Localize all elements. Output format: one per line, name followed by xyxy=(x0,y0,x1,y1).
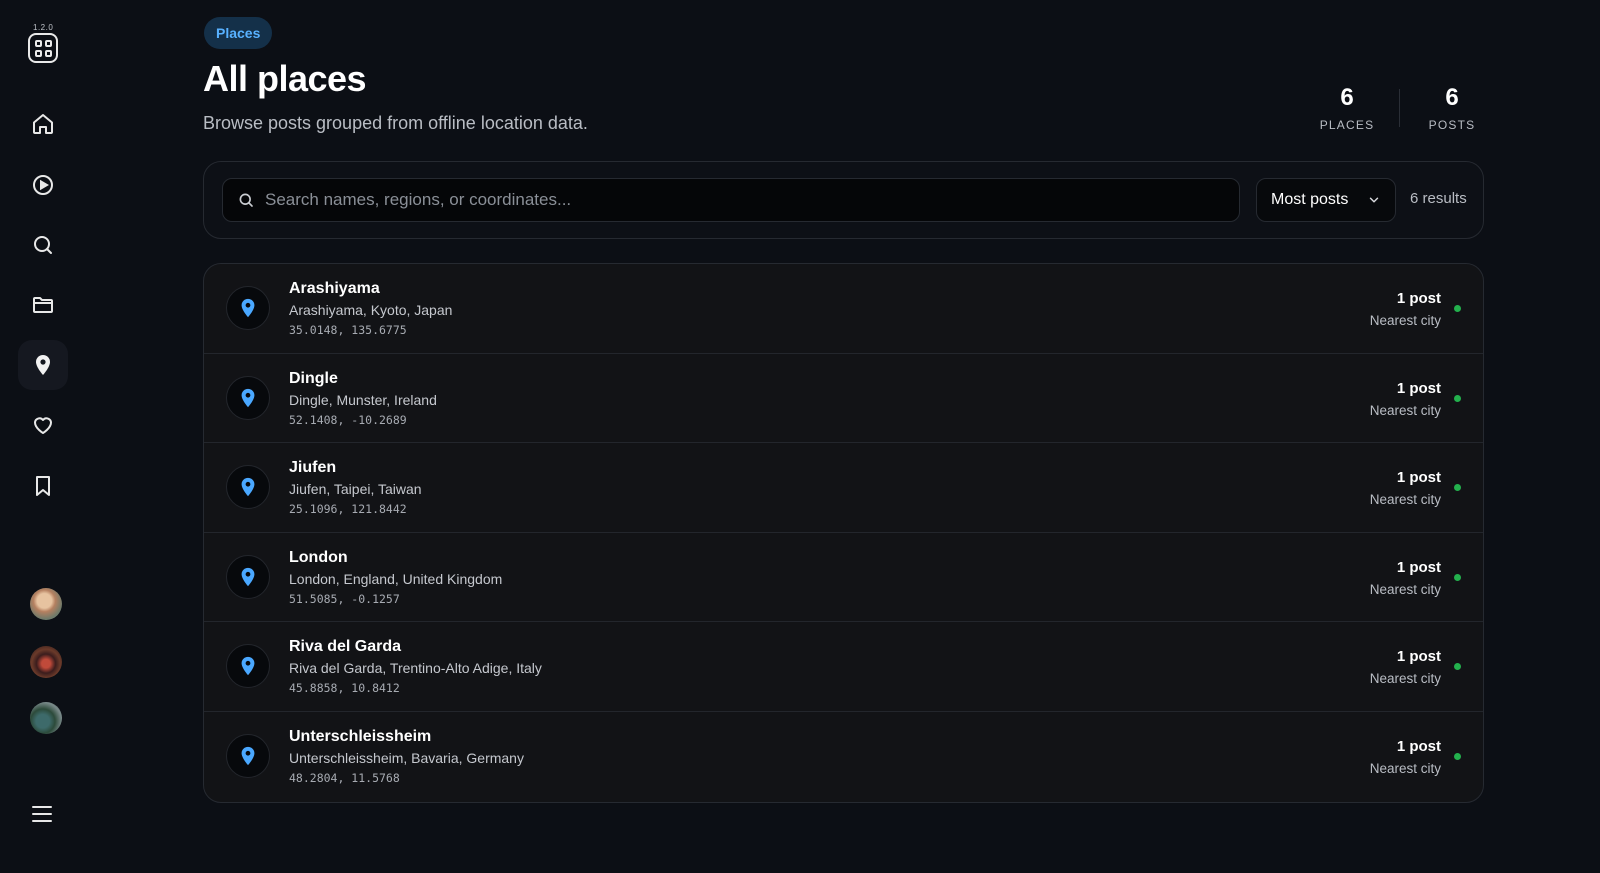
stat-label: POSTS xyxy=(1428,118,1476,132)
section-pill: Places xyxy=(204,17,273,49)
place-region: Arashiyama, Kyoto, Japan xyxy=(289,302,453,318)
list-item[interactable]: Dingle Dingle, Munster, Ireland 52.1408,… xyxy=(204,354,1483,444)
page-title: All places xyxy=(203,58,367,99)
status-dot xyxy=(1454,484,1461,492)
sort-select-label: Most posts xyxy=(1271,191,1349,208)
search-box[interactable] xyxy=(222,178,1240,222)
place-region: Dingle, Munster, Ireland xyxy=(289,391,437,408)
place-coordinates: 52.1408, -10.2689 xyxy=(289,412,407,427)
sort-select[interactable]: Most posts xyxy=(1256,178,1396,222)
post-count: 1 post xyxy=(1396,737,1441,755)
place-coordinates: 25.1096, 121.8442 xyxy=(289,502,407,517)
page-subtitle: Browse posts grouped from offline locati… xyxy=(203,113,588,133)
status-dot xyxy=(1454,305,1461,312)
stats: 6 PLACES 6 POSTS xyxy=(1317,84,1482,132)
place-name: Dingle xyxy=(289,369,338,387)
post-count: 1 post xyxy=(1396,379,1441,397)
place-kind: Nearest city xyxy=(1369,760,1441,776)
place-region: Riva del Garda, Trentino-Alto Adige, Ita… xyxy=(289,660,542,677)
place-coordinates: 35.0148, 135.6775 xyxy=(289,323,407,337)
stat-divider xyxy=(1399,89,1400,127)
stat-label: PLACES xyxy=(1319,118,1375,132)
app-version: 1.2.0 xyxy=(33,23,54,32)
places-list: Arashiyama Arashiyama, Kyoto, Japan 35.0… xyxy=(203,263,1484,803)
results-count: 6 results xyxy=(1410,190,1467,207)
folder-icon[interactable] xyxy=(18,280,68,330)
bookmark-icon[interactable] xyxy=(18,461,68,511)
place-name: Unterschleissheim xyxy=(289,727,432,745)
sidebar: 1.2.0 xyxy=(0,0,86,873)
place-name: Arashiyama xyxy=(289,280,380,297)
play-circle-icon[interactable] xyxy=(18,160,68,210)
home-icon[interactable] xyxy=(18,99,68,149)
place-coordinates: 51.5085, -0.1257 xyxy=(289,591,400,606)
location-pin-icon xyxy=(226,286,270,330)
post-count: 1 post xyxy=(1396,648,1441,666)
avatar[interactable] xyxy=(30,588,62,620)
place-kind: Nearest city xyxy=(1369,671,1441,687)
list-item[interactable]: Jiufen Jiufen, Taipei, Taiwan 25.1096, 1… xyxy=(204,443,1483,533)
location-pin-icon xyxy=(226,375,270,420)
location-pin-icon xyxy=(226,465,270,510)
post-count: 1 post xyxy=(1396,469,1441,487)
status-dot xyxy=(1454,573,1461,581)
list-item[interactable]: Riva del Garda Riva del Garda, Trentino-… xyxy=(204,622,1483,712)
status-dot xyxy=(1454,394,1461,402)
stat-value: 6 xyxy=(1445,84,1459,111)
search-panel: Most posts 6 results xyxy=(203,161,1484,239)
place-region: Jiufen, Taipei, Taiwan xyxy=(289,481,422,498)
place-region: Unterschleissheim, Bavaria, Germany xyxy=(289,749,524,766)
location-pin-icon xyxy=(226,733,270,778)
place-name: Jiufen xyxy=(289,459,337,477)
place-name: Riva del Garda xyxy=(289,638,402,656)
chevron-down-icon xyxy=(1369,197,1379,203)
location-pin-icon xyxy=(226,554,270,599)
place-kind: Nearest city xyxy=(1369,581,1441,597)
place-region: London, England, United Kingdom xyxy=(289,570,503,587)
place-kind: Nearest city xyxy=(1369,402,1441,418)
place-kind: Nearest city xyxy=(1369,492,1441,508)
search-input[interactable] xyxy=(265,190,1225,210)
list-item[interactable]: Arashiyama Arashiyama, Kyoto, Japan 35.0… xyxy=(204,264,1483,354)
stat-value: 6 xyxy=(1340,84,1354,111)
location-pin-icon xyxy=(226,644,270,689)
place-name: London xyxy=(289,548,348,566)
post-count: 1 post xyxy=(1396,290,1441,307)
place-coordinates: 48.2804, 11.5768 xyxy=(289,770,400,785)
status-dot xyxy=(1454,663,1461,671)
app-root: 1.2.0 Places All places Browse posts gro… xyxy=(0,0,1600,873)
hamburger-menu-icon[interactable] xyxy=(30,803,56,825)
location-pin-icon[interactable] xyxy=(18,340,68,390)
heart-icon[interactable] xyxy=(18,400,68,450)
search-icon xyxy=(239,193,253,207)
list-item[interactable]: Unterschleissheim Unterschleissheim, Bav… xyxy=(204,712,1483,802)
post-count: 1 post xyxy=(1396,558,1441,576)
list-item[interactable]: London London, England, United Kingdom 5… xyxy=(204,533,1483,623)
stat-places: 6 PLACES xyxy=(1317,84,1377,132)
place-coordinates: 45.8858, 10.8412 xyxy=(289,681,400,696)
avatar[interactable] xyxy=(30,646,62,678)
avatar[interactable] xyxy=(30,702,62,734)
search-icon[interactable] xyxy=(18,220,68,270)
place-kind: Nearest city xyxy=(1369,313,1441,328)
status-dot xyxy=(1454,752,1461,760)
grid-apps-icon[interactable] xyxy=(28,33,58,63)
stat-posts: 6 POSTS xyxy=(1422,84,1482,132)
